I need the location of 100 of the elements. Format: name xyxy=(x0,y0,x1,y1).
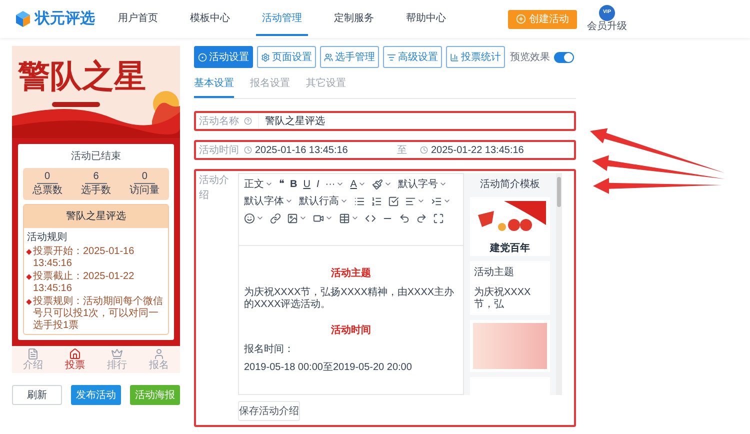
nav-link[interactable]: 用户首页 xyxy=(112,2,164,36)
font-size-dropdown[interactable]: 默认字号 xyxy=(394,176,450,192)
content-paragraph: 2019-05-18 00:00至2019-05-20 20:00 xyxy=(244,362,413,374)
clock-icon xyxy=(244,146,252,154)
start-time-field[interactable]: 2025-01-16 13:45:16 xyxy=(244,142,384,158)
italic-button[interactable]: I xyxy=(313,176,322,192)
preview-toggle[interactable] xyxy=(554,52,574,62)
settings-tab[interactable]: 高级设置 xyxy=(383,46,442,68)
settings-tab[interactable]: 页面设置 xyxy=(257,46,316,68)
caret-icon xyxy=(325,214,333,222)
tab-icon xyxy=(111,348,123,360)
quote-button[interactable]: ❝ xyxy=(276,176,287,192)
caret-icon xyxy=(438,180,447,188)
field-label: 活动介绍 xyxy=(198,174,230,203)
caret-icon xyxy=(351,214,359,222)
field-label: 活动名称 xyxy=(198,114,240,128)
end-time-field[interactable]: 2025-01-22 13:45:16 xyxy=(420,142,524,158)
template-excerpt: 为庆祝XXXX节，弘 xyxy=(474,286,532,311)
content-heading: 活动时间 xyxy=(330,324,372,338)
editor-content[interactable]: 活动主题 为庆祝XXXX节，弘扬XXXX精神，由XXXX主办的XXXX评选活动。 活动时间 报名时间： 2019-05-18 00:00至2019-05-20 20:00 xyxy=(239,246,463,394)
align-icon xyxy=(405,196,416,206)
sub-tab[interactable]: 基本设置 xyxy=(194,76,234,98)
nav-link[interactable]: 帮助中心 xyxy=(400,2,452,36)
preview-toggle-label: 预览效果 xyxy=(510,50,550,64)
settings-tab[interactable]: 选手管理 xyxy=(320,46,379,68)
font-color-dropdown[interactable]: A xyxy=(347,176,369,192)
caret-icon xyxy=(358,180,366,188)
template-card[interactable]: 建党百年 xyxy=(470,197,550,256)
settings-tab[interactable]: 活动设置 xyxy=(194,46,253,68)
redo-icon xyxy=(416,212,427,224)
template-caption: 建党百年 xyxy=(490,242,530,256)
plus-icon xyxy=(516,14,526,24)
line-height-dropdown[interactable]: 默认行高 xyxy=(296,193,351,209)
template-card[interactable]: 活动主题 为庆祝XXXX节，弘 xyxy=(470,261,550,315)
checkbox-icon xyxy=(388,196,399,206)
caret-icon xyxy=(299,214,307,222)
tab-icon xyxy=(27,348,39,360)
banner-ribbon xyxy=(52,102,100,107)
tab-icon xyxy=(198,52,207,62)
table-icon xyxy=(339,212,350,224)
caret-icon xyxy=(340,197,348,205)
stat-label: 选手数 xyxy=(80,184,111,197)
save-intro-button[interactable]: 保存活动介绍 xyxy=(238,401,300,421)
tab-icon xyxy=(69,348,81,360)
caret-icon xyxy=(417,197,425,205)
stat-label: 访问量 xyxy=(130,184,160,197)
more-styles-dropdown[interactable]: ··· xyxy=(322,176,348,192)
stat-value: 6 xyxy=(85,171,107,184)
paragraph-style-dropdown[interactable]: 正文 xyxy=(241,176,276,192)
rule-text: 投票开始：2025-01-16 13:45:16 xyxy=(33,246,136,270)
underline-button[interactable]: U xyxy=(300,176,314,192)
font-family-dropdown[interactable]: 默认字体 xyxy=(241,193,296,209)
bullet-list-icon xyxy=(354,196,365,206)
numbered-list-icon xyxy=(371,196,382,206)
undo-icon xyxy=(399,212,410,224)
nav-link[interactable]: 模板中心 xyxy=(184,2,236,36)
stat-value: 0 xyxy=(36,171,58,184)
nav-link[interactable]: 定制服务 xyxy=(328,2,380,36)
link-icon xyxy=(270,212,281,224)
rule-text: 投票截止：2025-01-22 13:45:16 xyxy=(33,271,136,295)
stat-value: 0 xyxy=(134,171,156,184)
cube-logo-icon xyxy=(14,10,32,28)
rules-heading: 活动规则 xyxy=(27,231,68,245)
field-label: 活动时间 xyxy=(198,144,240,158)
brand-logo-text: 状元评选 xyxy=(35,8,95,29)
caret-icon xyxy=(265,180,273,188)
video-icon xyxy=(313,212,324,224)
settings-tab[interactable]: 投票统计 xyxy=(446,46,505,68)
caret-icon xyxy=(443,197,451,205)
template-panel-title: 活动简介模板 xyxy=(480,178,540,192)
caret-icon xyxy=(336,180,344,188)
tab-icon xyxy=(324,52,333,62)
banner-title: 警队之星 xyxy=(18,56,146,96)
code-icon xyxy=(365,212,376,224)
fullscreen-icon xyxy=(433,212,444,224)
content-heading: 活动主题 xyxy=(330,266,372,281)
tab-icon xyxy=(261,52,270,62)
paint-icon xyxy=(372,178,383,190)
rule-text: 投票规则：活动期间每个微信号只可以投1次，可以对同一选手投1票 xyxy=(33,296,164,332)
clock-icon xyxy=(420,146,428,154)
image-icon xyxy=(287,212,298,224)
upgrade-label: 会员升级 xyxy=(587,21,627,33)
caret-icon xyxy=(285,197,293,205)
diamond-bullet-icon xyxy=(26,299,32,305)
caret-icon xyxy=(384,180,392,188)
smile-icon xyxy=(244,212,255,224)
help-icon xyxy=(244,117,252,125)
tab-icon xyxy=(387,52,396,62)
range-separator: 至 xyxy=(396,144,408,158)
name-value: 警队之星评选 xyxy=(265,114,325,128)
bold-button[interactable]: B xyxy=(287,176,300,192)
nav-link[interactable]: 活动管理 xyxy=(256,2,308,36)
tab-icon xyxy=(450,52,459,62)
indent-icon xyxy=(431,196,442,206)
bottom-nav-tab[interactable]: 投票 xyxy=(65,348,85,371)
stat-label: 总票数 xyxy=(32,184,62,197)
content-paragraph: 报名时间： xyxy=(244,344,295,356)
action-button[interactable]: 刷新 xyxy=(12,385,62,405)
diamond-bullet-icon xyxy=(26,274,32,280)
scrollbar[interactable] xyxy=(556,173,562,395)
